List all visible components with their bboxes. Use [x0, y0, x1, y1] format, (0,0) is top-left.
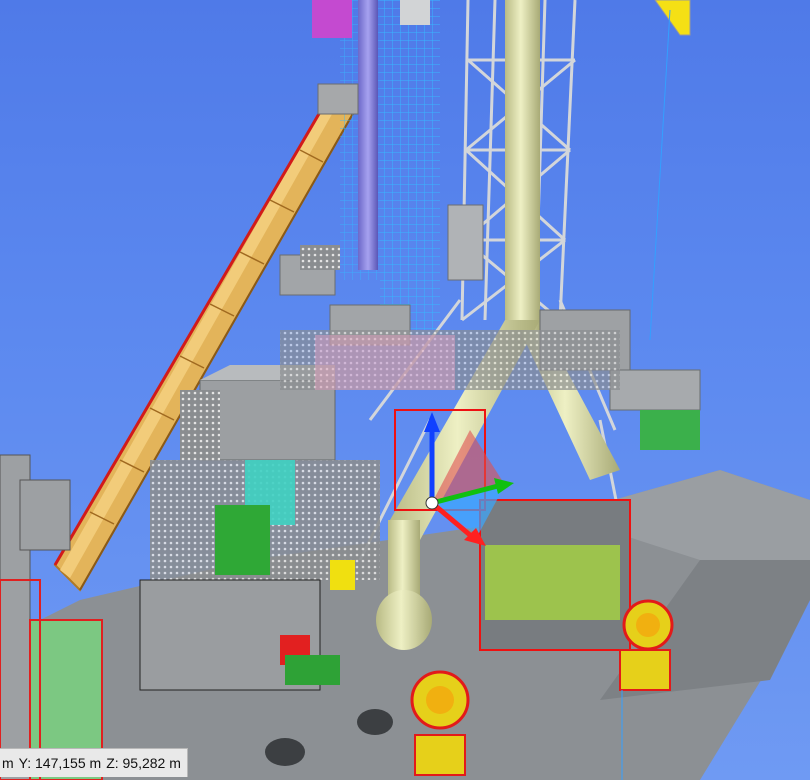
- coordinate-status-bar: m Y: 147,155 m Z: 95,282 m: [0, 748, 188, 777]
- x-coordinate-unit: m: [2, 755, 14, 771]
- z-coordinate-readout: Z: 95,282 m: [106, 755, 181, 771]
- y-coordinate-readout: Y: 147,155 m: [18, 755, 102, 771]
- 3d-viewport[interactable]: m Y: 147,155 m Z: 95,282 m: [0, 0, 810, 780]
- plant-model-scene[interactable]: [0, 0, 810, 780]
